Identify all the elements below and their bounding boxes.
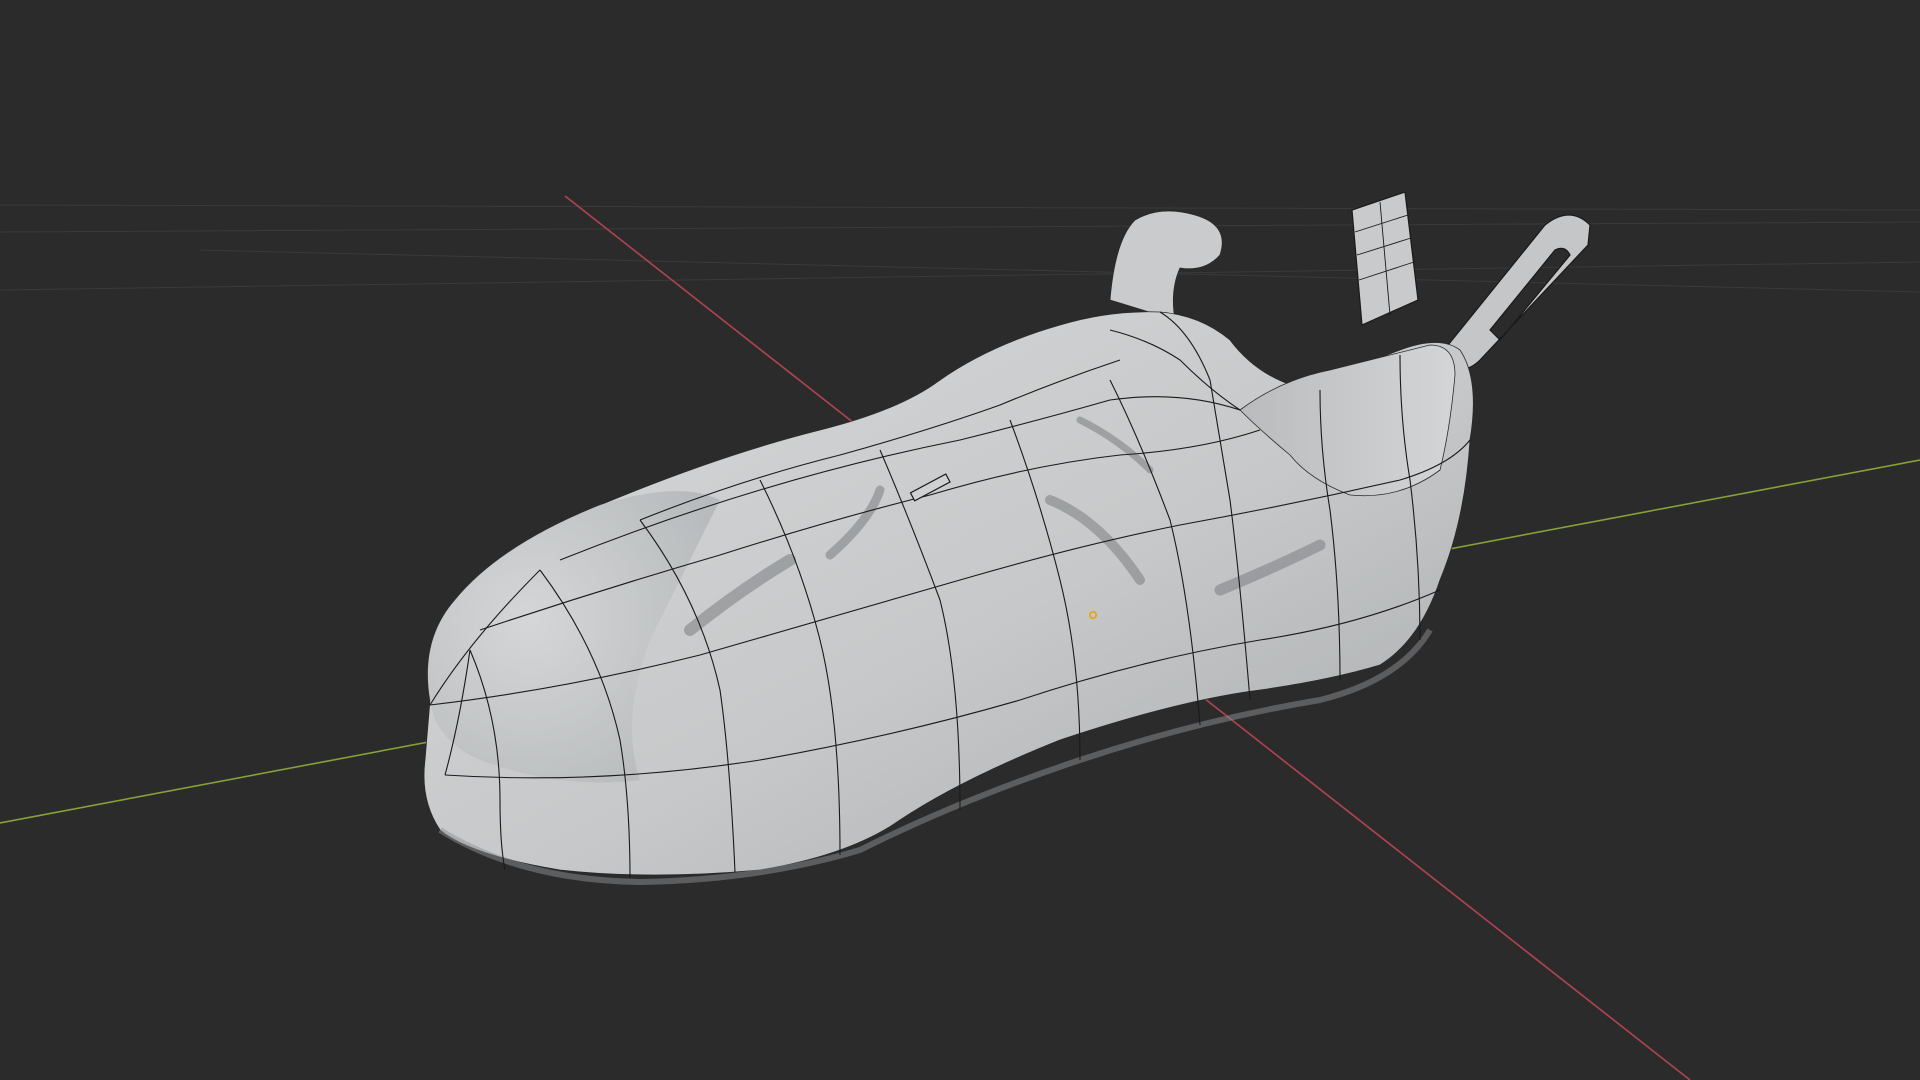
shoe-mesh[interactable] xyxy=(423,191,1591,886)
viewport-canvas[interactable] xyxy=(0,0,1920,1080)
3d-viewport[interactable] xyxy=(0,0,1920,1080)
heel-pull-loop[interactable] xyxy=(1439,214,1591,370)
tongue-loop[interactable] xyxy=(1109,210,1223,321)
floor-grid xyxy=(0,204,1920,293)
